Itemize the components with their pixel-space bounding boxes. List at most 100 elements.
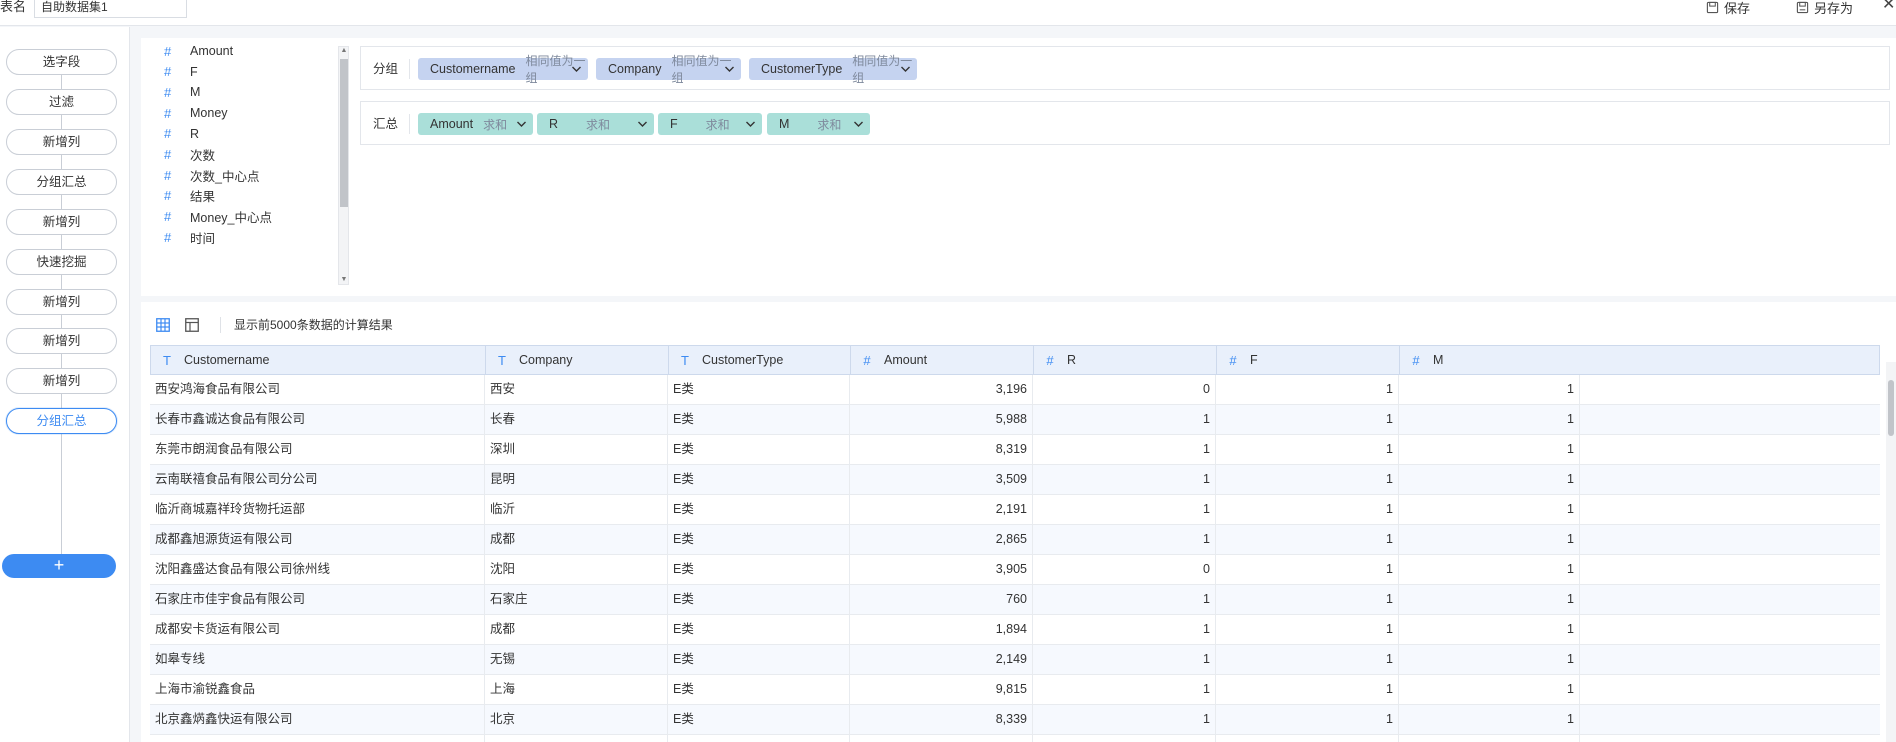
table-cell: 西安 [485, 375, 668, 404]
column-header[interactable]: # M [1400, 346, 1581, 374]
table-cell: 2,149 [850, 645, 1033, 674]
table-cell: 长春 [485, 405, 668, 434]
table-name-input[interactable]: 自助数据集1 [34, 0, 187, 18]
save-button[interactable]: 保存 [1706, 0, 1751, 16]
table-row[interactable]: 成都安卡货运有限公司 成都 E类 1,894 1 1 1 [150, 615, 1880, 645]
group-chip[interactable]: Customername 相同值为一组 [418, 54, 588, 85]
chevron-down-icon[interactable] [745, 119, 756, 129]
table-cell: 1 [1033, 675, 1216, 704]
table-cell: 1 [1216, 465, 1399, 494]
field-item[interactable]: # 次数_中心点 [141, 164, 331, 186]
table-cell: 临沂 [485, 495, 668, 524]
chevron-down-icon[interactable] [516, 119, 527, 129]
table-cell: 1 [1399, 705, 1580, 734]
table-cell: E类 [668, 585, 850, 614]
chevron-down-icon[interactable] [724, 64, 735, 74]
field-item[interactable]: # M [141, 81, 331, 103]
field-item[interactable]: # 次数 [141, 144, 331, 166]
number-type-icon: # [1229, 352, 1237, 368]
table-scrollbar[interactable] [1886, 362, 1896, 742]
step-item[interactable]: 新增列 [6, 328, 117, 354]
column-header[interactable]: # R [1034, 346, 1217, 374]
table-row[interactable]: 沈阳鑫盛达食品有限公司徐州线 沈阳 E类 3,905 0 1 1 [150, 555, 1880, 585]
summary-chip[interactable]: Amount 求和 [418, 113, 533, 135]
group-chip[interactable]: CustomerType 相同值为一组 [749, 54, 917, 85]
save-label: 保存 [1724, 0, 1751, 16]
field-item[interactable]: # Amount [141, 40, 331, 62]
table-cell: 3,509 [850, 465, 1033, 494]
table-cell: 9,815 [850, 675, 1033, 704]
field-item[interactable]: # 时间 [141, 226, 331, 248]
field-item[interactable]: # Money [141, 102, 331, 124]
group-drop-zone[interactable]: 分组 Customername 相同值为一组 Company 相同值为一组 Custom… [360, 46, 1890, 90]
summary-chip[interactable]: F 求和 [658, 113, 762, 135]
scroll-up-icon[interactable]: ▲ [340, 47, 348, 55]
table-cell [850, 735, 1033, 742]
scrollbar-thumb[interactable] [1888, 380, 1894, 436]
table-cell: E类 [668, 645, 850, 674]
field-list-scrollbar[interactable]: ▲ ▼ [338, 46, 349, 285]
field-item[interactable]: # Money_中心点 [141, 206, 331, 228]
table-row[interactable]: 长春市鑫诚达食品有限公司 长春 E类 5,988 1 1 1 [150, 405, 1880, 435]
table-cell: 1 [1399, 675, 1580, 704]
grid-table-icon[interactable] [156, 318, 170, 332]
step-item[interactable]: 新增列 [6, 368, 117, 394]
table-row[interactable]: 西安鸿海食品有限公司 西安 E类 3,196 0 1 1 [150, 375, 1880, 405]
field-name: 次数 [190, 149, 216, 163]
scrollbar-thumb[interactable] [340, 59, 348, 207]
table-row[interactable]: 如皋专线 无锡 E类 2,149 1 1 1 [150, 645, 1880, 675]
table-cell: 8,319 [850, 435, 1033, 464]
table-cell: 2,865 [850, 525, 1033, 554]
table-cell: E类 [668, 435, 850, 464]
field-item[interactable]: # 结果 [141, 185, 331, 207]
add-step-button[interactable]: + [2, 554, 116, 578]
field-item[interactable]: # R [141, 123, 331, 145]
field-item[interactable]: # F [141, 61, 331, 83]
table-cell [1399, 735, 1580, 742]
table-cell: 成都安卡货运有限公司 [150, 615, 485, 644]
table-row[interactable] [150, 735, 1880, 742]
summary-chip[interactable]: R 求和 [537, 113, 654, 135]
scroll-down-icon[interactable]: ▼ [340, 276, 348, 284]
chevron-down-icon[interactable] [637, 119, 648, 129]
step-item[interactable]: 新增列 [6, 129, 117, 155]
save-as-button[interactable]: 另存为 [1796, 0, 1853, 16]
step-item[interactable]: 分组汇总 [6, 169, 117, 195]
layout-icon[interactable] [185, 318, 199, 332]
table-row[interactable]: 上海市渝锐鑫食品 上海 E类 9,815 1 1 1 [150, 675, 1880, 705]
close-icon[interactable]: ✕ [1882, 0, 1895, 13]
save-as-icon [1796, 1, 1809, 13]
step-item[interactable]: 分组汇总 [6, 408, 117, 434]
table-row[interactable]: 云南联禧食品有限公司分公司 昆明 E类 3,509 1 1 1 [150, 465, 1880, 495]
table-row[interactable]: 临沂商城嘉祥玲货物托运部 临沂 E类 2,191 1 1 1 [150, 495, 1880, 525]
step-item[interactable]: 快速挖掘 [6, 249, 117, 275]
table-cell: 成都 [485, 615, 668, 644]
column-header[interactable]: # F [1217, 346, 1400, 374]
field-name: Amount [190, 44, 234, 58]
table-cell: 1 [1216, 585, 1399, 614]
number-type-icon: # [863, 352, 871, 368]
summary-chip[interactable]: M 求和 [767, 113, 870, 135]
table-cell: 北京鑫焫鑫快运有限公司 [150, 705, 485, 734]
table-row[interactable]: 北京鑫焫鑫快运有限公司 北京 E类 8,339 1 1 1 [150, 705, 1880, 735]
chevron-down-icon[interactable] [571, 64, 582, 74]
chevron-down-icon[interactable] [853, 119, 864, 129]
table-cell: 1 [1033, 585, 1216, 614]
group-chip[interactable]: Company 相同值为一组 [596, 54, 741, 85]
table-row[interactable]: 成都鑫旭源货运有限公司 成都 E类 2,865 1 1 1 [150, 525, 1880, 555]
step-item[interactable]: 过滤 [6, 89, 117, 115]
step-item[interactable]: 选字段 [6, 49, 117, 75]
step-item[interactable]: 新增列 [6, 289, 117, 315]
table-row[interactable]: 石家庄市佳宇食品有限公司 石家庄 E类 760 1 1 1 [150, 585, 1880, 615]
result-table: T Customername T Company T CustomerType # Amoun… [150, 345, 1880, 742]
divider [220, 317, 221, 333]
column-header[interactable]: T Company [486, 346, 669, 374]
column-header[interactable]: T Customername [151, 346, 486, 374]
step-item[interactable]: 新增列 [6, 209, 117, 235]
column-header[interactable]: T CustomerType [669, 346, 851, 374]
chevron-down-icon[interactable] [900, 64, 911, 74]
save-icon [1706, 1, 1719, 13]
column-header[interactable]: # Amount [851, 346, 1034, 374]
table-row[interactable]: 东莞市朗润食品有限公司 深圳 E类 8,319 1 1 1 [150, 435, 1880, 465]
summary-drop-zone[interactable]: 汇总 Amount 求和 R 求和 F 求和 M 求和 [360, 101, 1890, 145]
